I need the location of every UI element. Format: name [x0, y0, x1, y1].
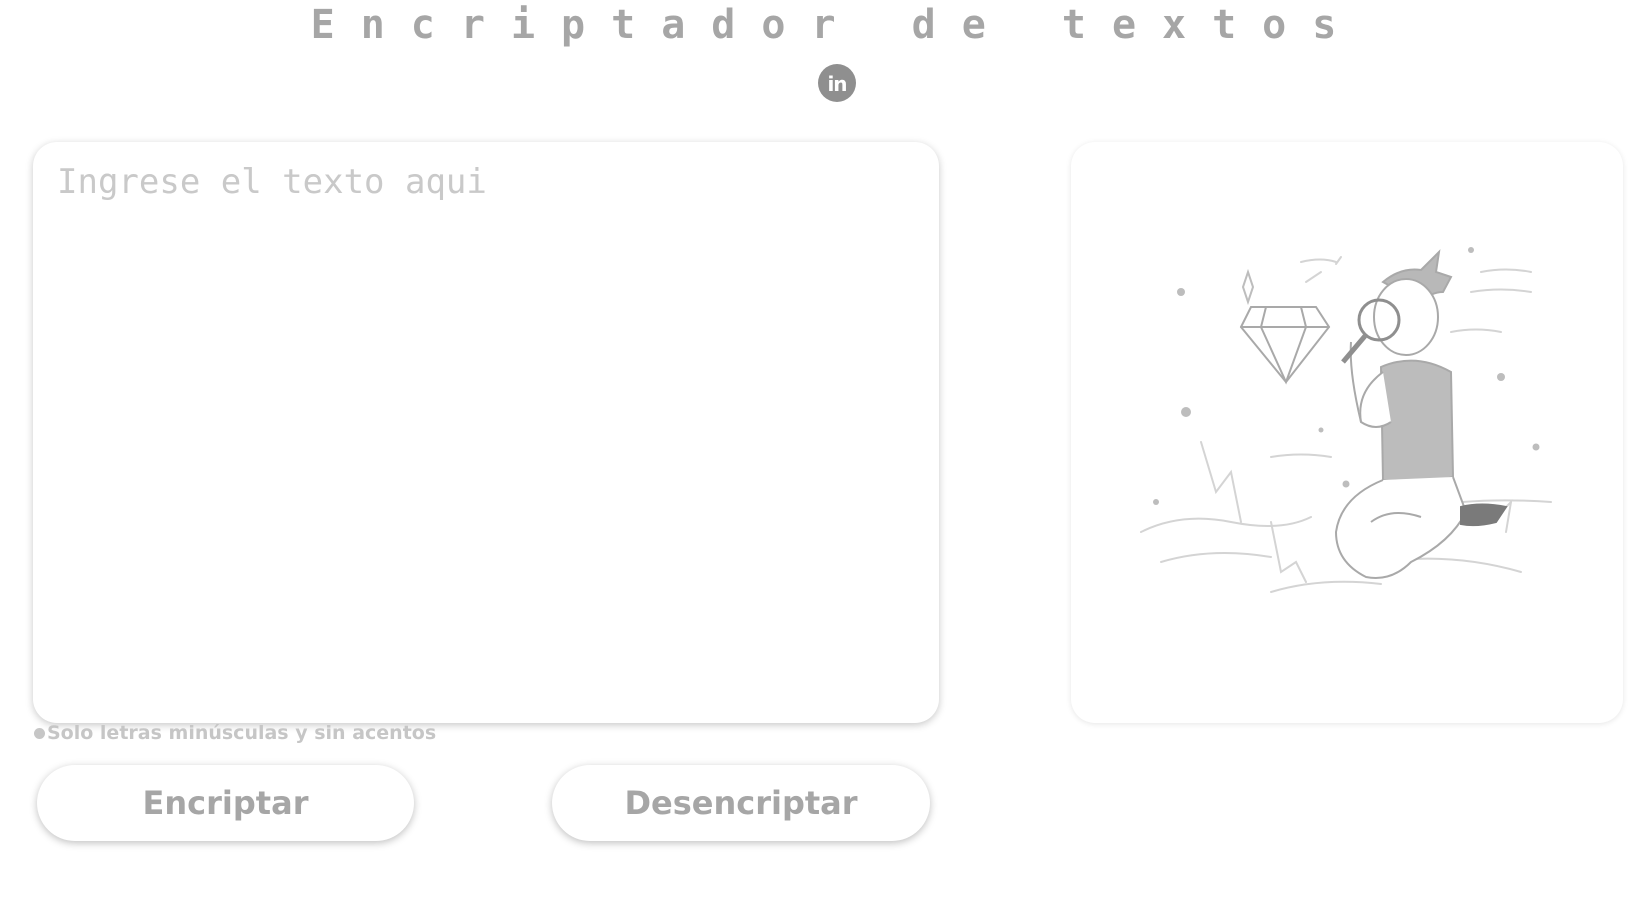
- hint-label: Solo letras minúsculas y sin acentos: [47, 722, 437, 744]
- info-dot-icon: [34, 727, 45, 739]
- page: Encriptador de textos in Solo letras min…: [0, 0, 1647, 901]
- linkedin-label: in: [827, 71, 847, 96]
- decrypt-button[interactable]: Desencriptar: [552, 765, 930, 841]
- text-input-container: [33, 142, 939, 723]
- encrypt-button[interactable]: Encriptar: [37, 765, 414, 841]
- page-title: Encriptador de textos: [310, 2, 1363, 48]
- linkedin-icon[interactable]: in: [818, 64, 856, 102]
- text-input[interactable]: [33, 142, 939, 723]
- hint-text: Solo letras minúsculas y sin acentos: [34, 722, 436, 744]
- result-panel: [1071, 142, 1623, 723]
- person-with-magnifying-glass-icon: [1140, 247, 1552, 593]
